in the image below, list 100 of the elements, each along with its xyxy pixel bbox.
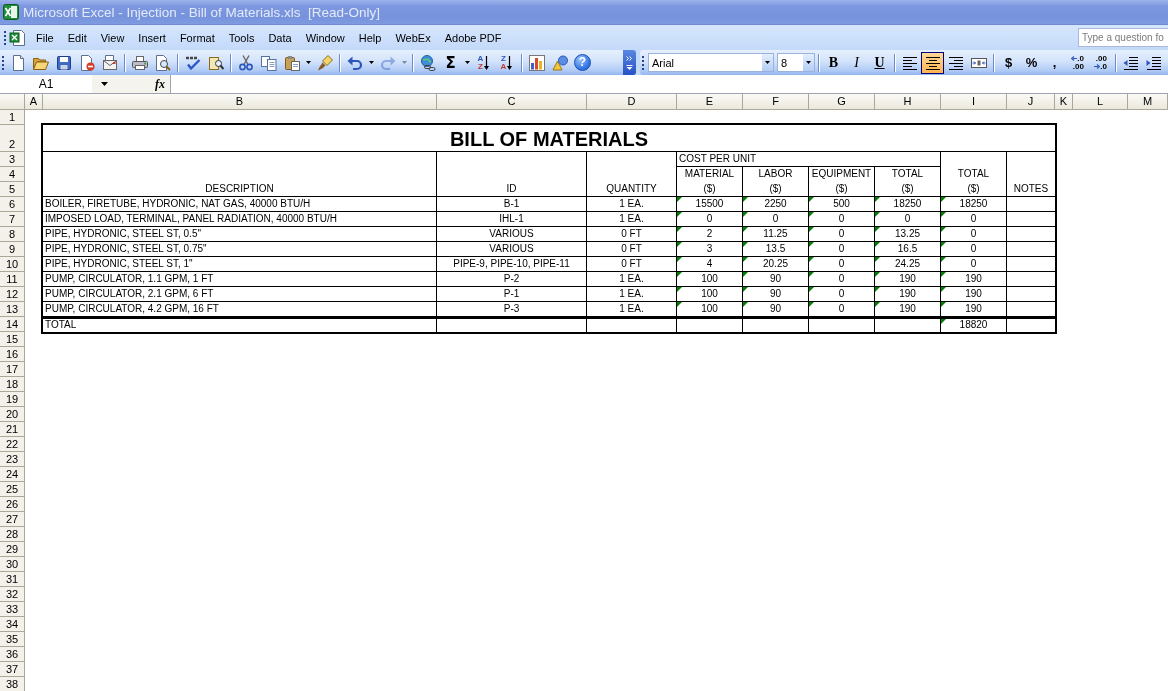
formula-input[interactable]	[170, 75, 1168, 93]
row-header[interactable]: 11	[0, 272, 25, 287]
sort-button[interactable]: Z A	[495, 51, 518, 74]
caret-icon	[765, 61, 770, 64]
align-right-icon	[947, 54, 964, 71]
menu-item[interactable]: Window	[298, 27, 352, 48]
table-header: MATERIAL	[684, 167, 735, 181]
column-header[interactable]: L	[1073, 94, 1128, 110]
italic-button[interactable]: I	[845, 51, 868, 74]
help-search-field[interactable]: Type a question fo	[1078, 28, 1168, 47]
row-header[interactable]: 30	[0, 557, 25, 572]
document-icon[interactable]	[9, 28, 27, 47]
row-header[interactable]: 1	[0, 110, 25, 125]
table-cell: 0	[970, 243, 977, 255]
column-header[interactable]: M	[1128, 94, 1168, 110]
column-header[interactable]: A	[25, 94, 43, 110]
table-cell: 100	[701, 288, 718, 300]
column-header[interactable]: C	[437, 94, 587, 110]
menu-item[interactable]: Data	[261, 27, 299, 48]
row-header[interactable]: 16	[0, 347, 25, 362]
toolbar-options-button[interactable]	[623, 50, 636, 75]
row-header[interactable]: 8	[0, 227, 25, 242]
row-header[interactable]: 13	[0, 302, 25, 317]
row-header[interactable]: 4	[0, 167, 25, 182]
row-header[interactable]: 15	[0, 332, 25, 347]
menu-item[interactable]: Format	[172, 27, 222, 48]
column-header[interactable]: J	[1007, 94, 1055, 110]
table-cell: 1 EA.	[619, 198, 644, 210]
row-header[interactable]: 33	[0, 602, 25, 617]
row-header[interactable]: 18	[0, 377, 25, 392]
currency-button[interactable]: $	[997, 51, 1020, 74]
row-header[interactable]: 17	[0, 362, 25, 377]
row-header[interactable]: 35	[0, 632, 25, 647]
increase-decimal-button[interactable]: .0 .00	[1066, 51, 1089, 74]
sort-button[interactable]: A Z	[472, 51, 495, 74]
align-center-button[interactable]	[921, 51, 944, 74]
insert-function-button[interactable]: fx	[152, 75, 168, 93]
row-header[interactable]: 9	[0, 242, 25, 257]
menu-item[interactable]: WebEx	[388, 27, 438, 48]
row-header[interactable]: 21	[0, 422, 25, 437]
column-header[interactable]: B	[43, 94, 437, 110]
column-header[interactable]: G	[809, 94, 875, 110]
menu-item[interactable]: View	[93, 27, 132, 48]
column-header[interactable]: D	[587, 94, 677, 110]
row-header[interactable]: 14	[0, 317, 25, 332]
row-header[interactable]: 2	[0, 125, 25, 152]
menu-item[interactable]: Help	[351, 27, 389, 48]
row-header[interactable]: 28	[0, 527, 25, 542]
bold-button[interactable]: B	[822, 51, 845, 74]
row-header[interactable]: 32	[0, 587, 25, 602]
row-header[interactable]: 31	[0, 572, 25, 587]
menu-item[interactable]: Insert	[131, 27, 173, 48]
grip-icon[interactable]	[2, 54, 5, 71]
globe-chain-icon	[419, 54, 436, 71]
row-header[interactable]: 22	[0, 437, 25, 452]
row-header[interactable]: 38	[0, 677, 25, 691]
column-header[interactable]: F	[743, 94, 809, 110]
row-header[interactable]: 27	[0, 512, 25, 527]
font-name-field[interactable]: Arial	[648, 53, 774, 72]
row-header[interactable]: 24	[0, 467, 25, 482]
row-header[interactable]: 36	[0, 647, 25, 662]
row-header[interactable]: 12	[0, 287, 25, 302]
table-cell: 13.25	[895, 228, 920, 240]
row-header[interactable]: 29	[0, 542, 25, 557]
name-box[interactable]: A1	[0, 75, 92, 93]
column-header[interactable]: H	[875, 94, 941, 110]
grip-icon[interactable]	[642, 54, 645, 71]
dropdown-button[interactable]	[803, 54, 814, 71]
column-header[interactable]: E	[677, 94, 743, 110]
row-header[interactable]: 25	[0, 482, 25, 497]
underline-button[interactable]: U	[868, 51, 891, 74]
row-header[interactable]: 34	[0, 617, 25, 632]
row-header[interactable]: 7	[0, 212, 25, 227]
row-header[interactable]: 10	[0, 257, 25, 272]
menu-item[interactable]: Adobe PDF	[437, 27, 509, 48]
table-cell: 1 EA.	[619, 213, 644, 225]
decrease-decimal-button[interactable]: .00 .0	[1089, 51, 1112, 74]
row-header[interactable]: 37	[0, 662, 25, 677]
font-size-field[interactable]: 8	[777, 53, 815, 72]
row-header[interactable]: 5	[0, 182, 25, 197]
outdent-icon	[1122, 54, 1139, 71]
menu-item[interactable]: Tools	[221, 27, 262, 48]
menu-item[interactable]: File	[29, 27, 61, 48]
row-header[interactable]: 6	[0, 197, 25, 212]
comma-button[interactable]: ,	[1043, 51, 1066, 74]
dropdown-button[interactable]	[762, 54, 773, 71]
table-cell: 0	[706, 213, 713, 225]
row-header[interactable]: 3	[0, 152, 25, 167]
row-header[interactable]: 19	[0, 392, 25, 407]
envelope-icon	[101, 54, 118, 71]
menu-item[interactable]: Edit	[60, 27, 94, 48]
row-header[interactable]: 20	[0, 407, 25, 422]
percent-button[interactable]: %	[1020, 51, 1043, 74]
column-header[interactable]: K	[1055, 94, 1073, 110]
row-header[interactable]: 26	[0, 497, 25, 512]
row-header[interactable]: 23	[0, 452, 25, 467]
table-cell: 0	[838, 288, 845, 300]
column-header[interactable]: I	[941, 94, 1007, 110]
grip-icon[interactable]	[4, 29, 7, 46]
autosum-button[interactable]: Σ	[439, 51, 462, 74]
